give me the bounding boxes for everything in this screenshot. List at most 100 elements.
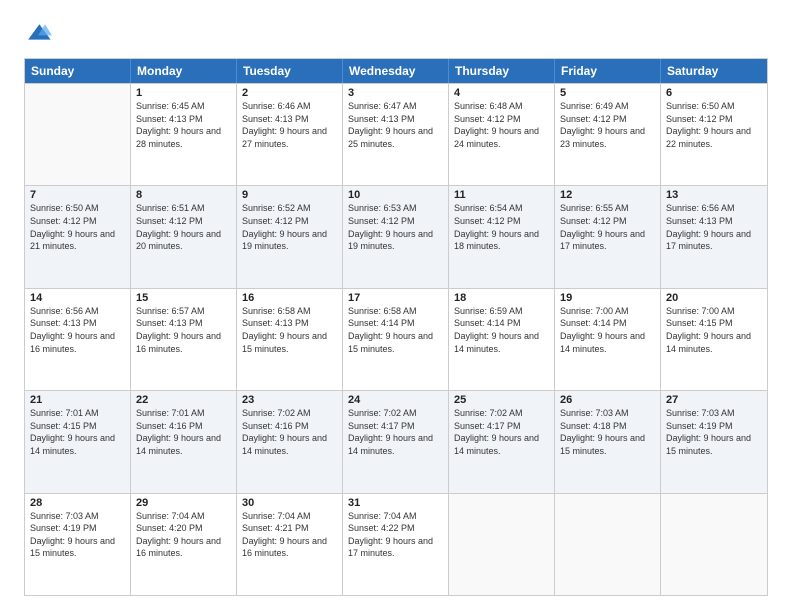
day-number: 1: [136, 87, 231, 99]
calendar-week-1: 1Sunrise: 6:45 AMSunset: 4:13 PMDaylight…: [25, 83, 767, 185]
day-number: 24: [348, 394, 443, 406]
day-info: Sunrise: 6:54 AMSunset: 4:12 PMDaylight:…: [454, 202, 549, 252]
day-info: Sunrise: 7:00 AMSunset: 4:15 PMDaylight:…: [666, 305, 762, 355]
cal-header-thursday: Thursday: [449, 59, 555, 83]
day-number: 28: [30, 497, 125, 509]
cal-header-tuesday: Tuesday: [237, 59, 343, 83]
cal-cell-1-4: 3Sunrise: 6:47 AMSunset: 4:13 PMDaylight…: [343, 84, 449, 185]
cal-cell-4-7: 27Sunrise: 7:03 AMSunset: 4:19 PMDayligh…: [661, 391, 767, 492]
day-number: 16: [242, 292, 337, 304]
cal-header-monday: Monday: [131, 59, 237, 83]
cal-cell-1-3: 2Sunrise: 6:46 AMSunset: 4:13 PMDaylight…: [237, 84, 343, 185]
cal-cell-2-6: 12Sunrise: 6:55 AMSunset: 4:12 PMDayligh…: [555, 186, 661, 287]
cal-cell-4-1: 21Sunrise: 7:01 AMSunset: 4:15 PMDayligh…: [25, 391, 131, 492]
day-number: 15: [136, 292, 231, 304]
day-number: 9: [242, 189, 337, 201]
day-info: Sunrise: 6:48 AMSunset: 4:12 PMDaylight:…: [454, 100, 549, 150]
cal-cell-4-6: 26Sunrise: 7:03 AMSunset: 4:18 PMDayligh…: [555, 391, 661, 492]
cal-cell-1-1: [25, 84, 131, 185]
day-number: 5: [560, 87, 655, 99]
cal-cell-5-6: [555, 494, 661, 595]
day-number: 4: [454, 87, 549, 99]
day-number: 21: [30, 394, 125, 406]
day-info: Sunrise: 6:58 AMSunset: 4:13 PMDaylight:…: [242, 305, 337, 355]
cal-cell-4-3: 23Sunrise: 7:02 AMSunset: 4:16 PMDayligh…: [237, 391, 343, 492]
day-info: Sunrise: 7:03 AMSunset: 4:19 PMDaylight:…: [666, 407, 762, 457]
cal-cell-2-4: 10Sunrise: 6:53 AMSunset: 4:12 PMDayligh…: [343, 186, 449, 287]
day-info: Sunrise: 6:46 AMSunset: 4:13 PMDaylight:…: [242, 100, 337, 150]
cal-cell-3-7: 20Sunrise: 7:00 AMSunset: 4:15 PMDayligh…: [661, 289, 767, 390]
cal-cell-4-2: 22Sunrise: 7:01 AMSunset: 4:16 PMDayligh…: [131, 391, 237, 492]
day-info: Sunrise: 7:03 AMSunset: 4:18 PMDaylight:…: [560, 407, 655, 457]
day-info: Sunrise: 7:04 AMSunset: 4:20 PMDaylight:…: [136, 510, 231, 560]
day-info: Sunrise: 6:47 AMSunset: 4:13 PMDaylight:…: [348, 100, 443, 150]
day-info: Sunrise: 6:58 AMSunset: 4:14 PMDaylight:…: [348, 305, 443, 355]
calendar-header-row: SundayMondayTuesdayWednesdayThursdayFrid…: [25, 59, 767, 83]
cal-cell-3-5: 18Sunrise: 6:59 AMSunset: 4:14 PMDayligh…: [449, 289, 555, 390]
day-number: 8: [136, 189, 231, 201]
day-info: Sunrise: 6:57 AMSunset: 4:13 PMDaylight:…: [136, 305, 231, 355]
cal-cell-3-4: 17Sunrise: 6:58 AMSunset: 4:14 PMDayligh…: [343, 289, 449, 390]
day-info: Sunrise: 6:45 AMSunset: 4:13 PMDaylight:…: [136, 100, 231, 150]
day-info: Sunrise: 7:00 AMSunset: 4:14 PMDaylight:…: [560, 305, 655, 355]
day-info: Sunrise: 6:52 AMSunset: 4:12 PMDaylight:…: [242, 202, 337, 252]
day-number: 11: [454, 189, 549, 201]
cal-cell-3-1: 14Sunrise: 6:56 AMSunset: 4:13 PMDayligh…: [25, 289, 131, 390]
day-number: 22: [136, 394, 231, 406]
day-number: 27: [666, 394, 762, 406]
day-number: 26: [560, 394, 655, 406]
day-number: 3: [348, 87, 443, 99]
day-info: Sunrise: 7:01 AMSunset: 4:16 PMDaylight:…: [136, 407, 231, 457]
day-info: Sunrise: 7:02 AMSunset: 4:17 PMDaylight:…: [454, 407, 549, 457]
cal-cell-4-5: 25Sunrise: 7:02 AMSunset: 4:17 PMDayligh…: [449, 391, 555, 492]
calendar: SundayMondayTuesdayWednesdayThursdayFrid…: [24, 58, 768, 596]
day-number: 14: [30, 292, 125, 304]
day-info: Sunrise: 6:51 AMSunset: 4:12 PMDaylight:…: [136, 202, 231, 252]
day-number: 20: [666, 292, 762, 304]
day-number: 29: [136, 497, 231, 509]
cal-cell-5-3: 30Sunrise: 7:04 AMSunset: 4:21 PMDayligh…: [237, 494, 343, 595]
day-number: 13: [666, 189, 762, 201]
cal-cell-1-7: 6Sunrise: 6:50 AMSunset: 4:12 PMDaylight…: [661, 84, 767, 185]
cal-cell-5-4: 31Sunrise: 7:04 AMSunset: 4:22 PMDayligh…: [343, 494, 449, 595]
cal-cell-1-5: 4Sunrise: 6:48 AMSunset: 4:12 PMDaylight…: [449, 84, 555, 185]
day-number: 7: [30, 189, 125, 201]
calendar-body: 1Sunrise: 6:45 AMSunset: 4:13 PMDaylight…: [25, 83, 767, 595]
cal-cell-3-6: 19Sunrise: 7:00 AMSunset: 4:14 PMDayligh…: [555, 289, 661, 390]
cal-cell-5-7: [661, 494, 767, 595]
day-info: Sunrise: 7:02 AMSunset: 4:16 PMDaylight:…: [242, 407, 337, 457]
cal-cell-5-2: 29Sunrise: 7:04 AMSunset: 4:20 PMDayligh…: [131, 494, 237, 595]
day-number: 19: [560, 292, 655, 304]
day-info: Sunrise: 6:49 AMSunset: 4:12 PMDaylight:…: [560, 100, 655, 150]
cal-header-friday: Friday: [555, 59, 661, 83]
logo-icon: [24, 20, 52, 48]
cal-cell-2-7: 13Sunrise: 6:56 AMSunset: 4:13 PMDayligh…: [661, 186, 767, 287]
cal-header-wednesday: Wednesday: [343, 59, 449, 83]
day-info: Sunrise: 7:01 AMSunset: 4:15 PMDaylight:…: [30, 407, 125, 457]
day-number: 2: [242, 87, 337, 99]
cal-cell-5-1: 28Sunrise: 7:03 AMSunset: 4:19 PMDayligh…: [25, 494, 131, 595]
day-info: Sunrise: 7:04 AMSunset: 4:21 PMDaylight:…: [242, 510, 337, 560]
calendar-week-5: 28Sunrise: 7:03 AMSunset: 4:19 PMDayligh…: [25, 493, 767, 595]
day-info: Sunrise: 6:59 AMSunset: 4:14 PMDaylight:…: [454, 305, 549, 355]
day-number: 17: [348, 292, 443, 304]
logo: [24, 20, 56, 48]
calendar-week-4: 21Sunrise: 7:01 AMSunset: 4:15 PMDayligh…: [25, 390, 767, 492]
day-info: Sunrise: 6:50 AMSunset: 4:12 PMDaylight:…: [666, 100, 762, 150]
day-number: 30: [242, 497, 337, 509]
day-number: 25: [454, 394, 549, 406]
day-number: 10: [348, 189, 443, 201]
day-info: Sunrise: 6:50 AMSunset: 4:12 PMDaylight:…: [30, 202, 125, 252]
day-info: Sunrise: 6:56 AMSunset: 4:13 PMDaylight:…: [30, 305, 125, 355]
calendar-week-2: 7Sunrise: 6:50 AMSunset: 4:12 PMDaylight…: [25, 185, 767, 287]
day-number: 31: [348, 497, 443, 509]
day-number: 18: [454, 292, 549, 304]
day-info: Sunrise: 6:56 AMSunset: 4:13 PMDaylight:…: [666, 202, 762, 252]
day-number: 6: [666, 87, 762, 99]
cal-header-sunday: Sunday: [25, 59, 131, 83]
cal-cell-1-6: 5Sunrise: 6:49 AMSunset: 4:12 PMDaylight…: [555, 84, 661, 185]
cal-cell-3-2: 15Sunrise: 6:57 AMSunset: 4:13 PMDayligh…: [131, 289, 237, 390]
day-number: 12: [560, 189, 655, 201]
cal-cell-1-2: 1Sunrise: 6:45 AMSunset: 4:13 PMDaylight…: [131, 84, 237, 185]
day-info: Sunrise: 7:03 AMSunset: 4:19 PMDaylight:…: [30, 510, 125, 560]
